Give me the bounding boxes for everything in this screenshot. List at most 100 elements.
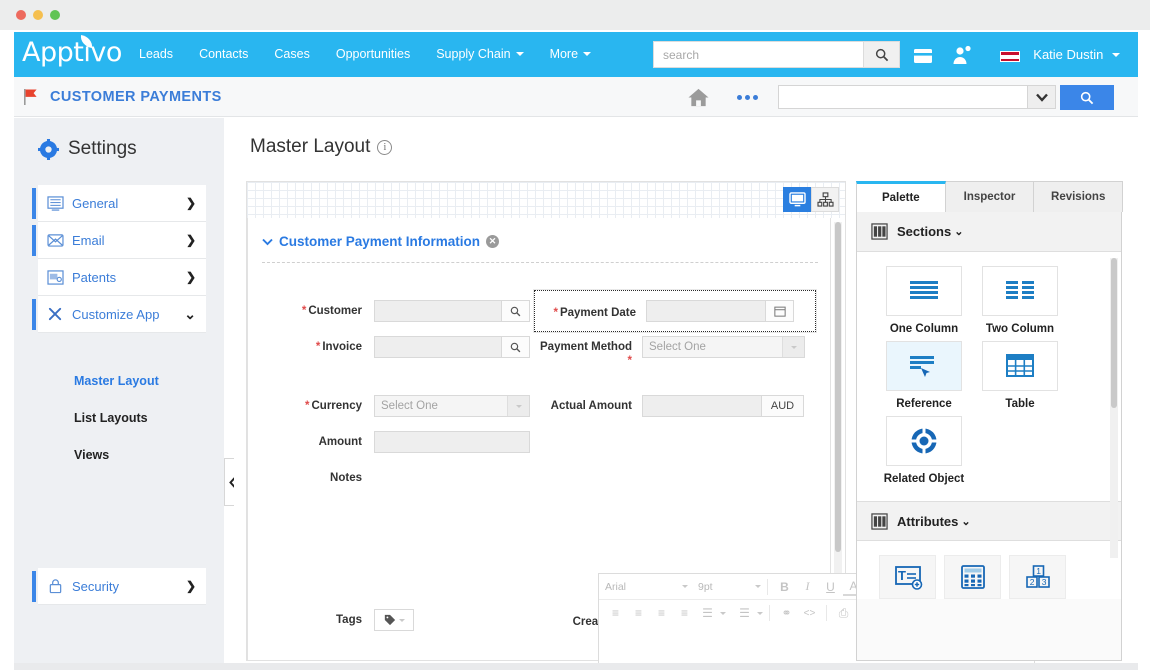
chevron-right-icon: ❯ xyxy=(186,270,206,284)
top-navbar: Apptivo Leads Contacts Cases Opportuniti… xyxy=(14,32,1138,77)
record-search-input[interactable] xyxy=(778,85,1028,109)
payment-date-input[interactable] xyxy=(646,300,766,322)
underline-button[interactable]: U xyxy=(820,577,841,596)
desktop-view-button[interactable] xyxy=(783,187,811,212)
font-family-select[interactable]: Arial xyxy=(605,581,680,593)
sidebar-subitem-master-layout[interactable]: Master Layout xyxy=(38,363,206,400)
number-list-button[interactable]: ☰ xyxy=(734,604,755,623)
global-search-button[interactable] xyxy=(863,42,899,67)
palette-tile-one-column[interactable]: One Column xyxy=(879,266,969,335)
align-right-button[interactable]: ≡ xyxy=(651,604,672,623)
chevron-down-icon xyxy=(507,396,529,416)
align-left-button[interactable]: ≡ xyxy=(605,604,626,623)
tab-revisions[interactable]: Revisions xyxy=(1033,181,1123,212)
align-justify-button[interactable]: ≡ xyxy=(674,604,695,623)
nav-item-supply-chain[interactable]: Supply Chain xyxy=(423,32,536,77)
tab-inspector[interactable]: Inspector xyxy=(945,181,1035,212)
align-center-button[interactable]: ≡ xyxy=(628,604,649,623)
sidebar-subitem-list-layouts[interactable]: List Layouts xyxy=(38,400,206,437)
one-column-icon xyxy=(886,266,962,316)
us-flag-icon[interactable] xyxy=(1000,51,1020,62)
tree-view-button[interactable] xyxy=(811,187,839,212)
chevron-right-icon: ❯ xyxy=(186,579,206,593)
nav-item-opportunities[interactable]: Opportunities xyxy=(323,32,423,77)
section-divider xyxy=(262,262,818,263)
palette-tile-reference[interactable]: Reference xyxy=(879,341,969,410)
section-title: Customer Payment Information xyxy=(279,234,480,249)
palette-tile-table[interactable]: Table xyxy=(975,341,1065,410)
invoice-lookup-button[interactable] xyxy=(502,336,530,358)
sidebar-item-label: Security xyxy=(72,579,186,594)
palette-tile-calculator[interactable] xyxy=(944,555,1001,599)
more-actions-button[interactable] xyxy=(725,77,769,117)
search-icon xyxy=(510,306,521,317)
palette-tile-related-object[interactable]: Related Object xyxy=(879,416,969,485)
nav-item-more[interactable]: More xyxy=(537,32,604,77)
sidebar-item-customize-app[interactable]: Customize App ⌄ xyxy=(38,296,206,333)
link-button[interactable]: ⚭ xyxy=(776,604,797,623)
canvas-scrollbar[interactable] xyxy=(834,222,842,622)
source-code-button[interactable]: <> xyxy=(799,604,820,623)
close-circle-icon[interactable]: ✕ xyxy=(486,235,499,248)
nav-item-leads[interactable]: Leads xyxy=(126,32,186,77)
palette-tile-two-column[interactable]: Two Column xyxy=(975,266,1065,335)
section-header[interactable]: Customer Payment Information ✕ xyxy=(262,234,499,249)
currency-select[interactable]: Select One xyxy=(374,395,530,417)
ellipsis-icon xyxy=(745,95,750,100)
italic-button[interactable]: I xyxy=(797,577,818,596)
app-window: Apptivo Leads Contacts Cases Opportuniti… xyxy=(0,0,1150,670)
sidebar-subitem-views[interactable]: Views xyxy=(38,437,206,474)
home-button[interactable] xyxy=(676,77,720,117)
palette-tile-text-field[interactable]: T xyxy=(879,555,936,599)
sidebar-item-general[interactable]: General ❯ xyxy=(38,185,206,222)
chevron-down-icon xyxy=(262,238,273,246)
attributes-accordion-header[interactable]: Attributes⌄ xyxy=(857,501,1121,541)
chevron-down-icon xyxy=(682,585,688,588)
info-icon[interactable]: i xyxy=(377,140,392,155)
sidebar-item-security[interactable]: Security ❯ xyxy=(38,568,206,605)
amount-input[interactable] xyxy=(374,431,530,453)
sections-accordion-header[interactable]: Sections⌄ xyxy=(857,212,1121,252)
invoice-input[interactable] xyxy=(374,336,502,358)
apptivo-logo[interactable]: Apptivo xyxy=(22,37,126,71)
view-toggle-group xyxy=(783,187,839,212)
actual-amount-input[interactable] xyxy=(642,395,762,417)
chevron-down-icon: ⌄ xyxy=(184,306,206,323)
page-title: CUSTOMER PAYMENTS xyxy=(50,77,222,117)
customer-lookup-button[interactable] xyxy=(502,300,530,322)
svg-text:1: 1 xyxy=(1036,566,1041,576)
palette-tile-number-blocks[interactable]: 123 xyxy=(1009,555,1066,599)
minimize-window-button[interactable] xyxy=(33,10,43,20)
user-icon[interactable] xyxy=(949,44,975,66)
palette-tile-label: Reference xyxy=(879,398,969,410)
sidebar-item-email[interactable]: Email ❯ xyxy=(38,222,206,259)
tab-palette[interactable]: Palette xyxy=(856,181,946,212)
nav-item-cases[interactable]: Cases xyxy=(261,32,322,77)
maximize-window-button[interactable] xyxy=(50,10,60,20)
customer-input[interactable] xyxy=(374,300,502,322)
ellipsis-icon xyxy=(753,95,758,100)
tags-picker[interactable] xyxy=(374,609,414,631)
palette-scrollbar[interactable] xyxy=(1110,258,1118,558)
chevron-down-icon: ⌄ xyxy=(954,225,963,238)
payment-method-select[interactable]: Select One xyxy=(642,336,805,358)
close-window-button[interactable] xyxy=(16,10,26,20)
user-menu[interactable]: Katie Dustin xyxy=(1033,32,1120,77)
payment-date-calendar-button[interactable] xyxy=(766,300,794,322)
record-search-button[interactable] xyxy=(1060,85,1114,110)
tools-icon xyxy=(38,306,72,322)
master-layout-title-text: Master Layout xyxy=(250,136,370,158)
record-search-dropdown[interactable] xyxy=(1028,85,1056,109)
nav-item-contacts[interactable]: Contacts xyxy=(186,32,261,77)
settings-menu: General ❯ Email ❯ Patents ❯ Customize Ap… xyxy=(38,185,206,333)
bullet-list-button[interactable]: ☰ xyxy=(697,604,718,623)
store-icon[interactable] xyxy=(910,44,936,66)
selected-field-wrapper[interactable]: *Payment Date xyxy=(534,290,816,332)
print-button[interactable]: ⎙ xyxy=(833,604,854,623)
chevron-down-icon xyxy=(399,619,405,622)
sidebar-item-patents[interactable]: Patents ❯ xyxy=(38,259,206,296)
chevron-down-icon xyxy=(720,612,726,615)
font-size-select[interactable]: 9pt xyxy=(698,581,753,593)
global-search-input[interactable] xyxy=(654,42,863,67)
bold-button[interactable]: B xyxy=(774,577,795,596)
